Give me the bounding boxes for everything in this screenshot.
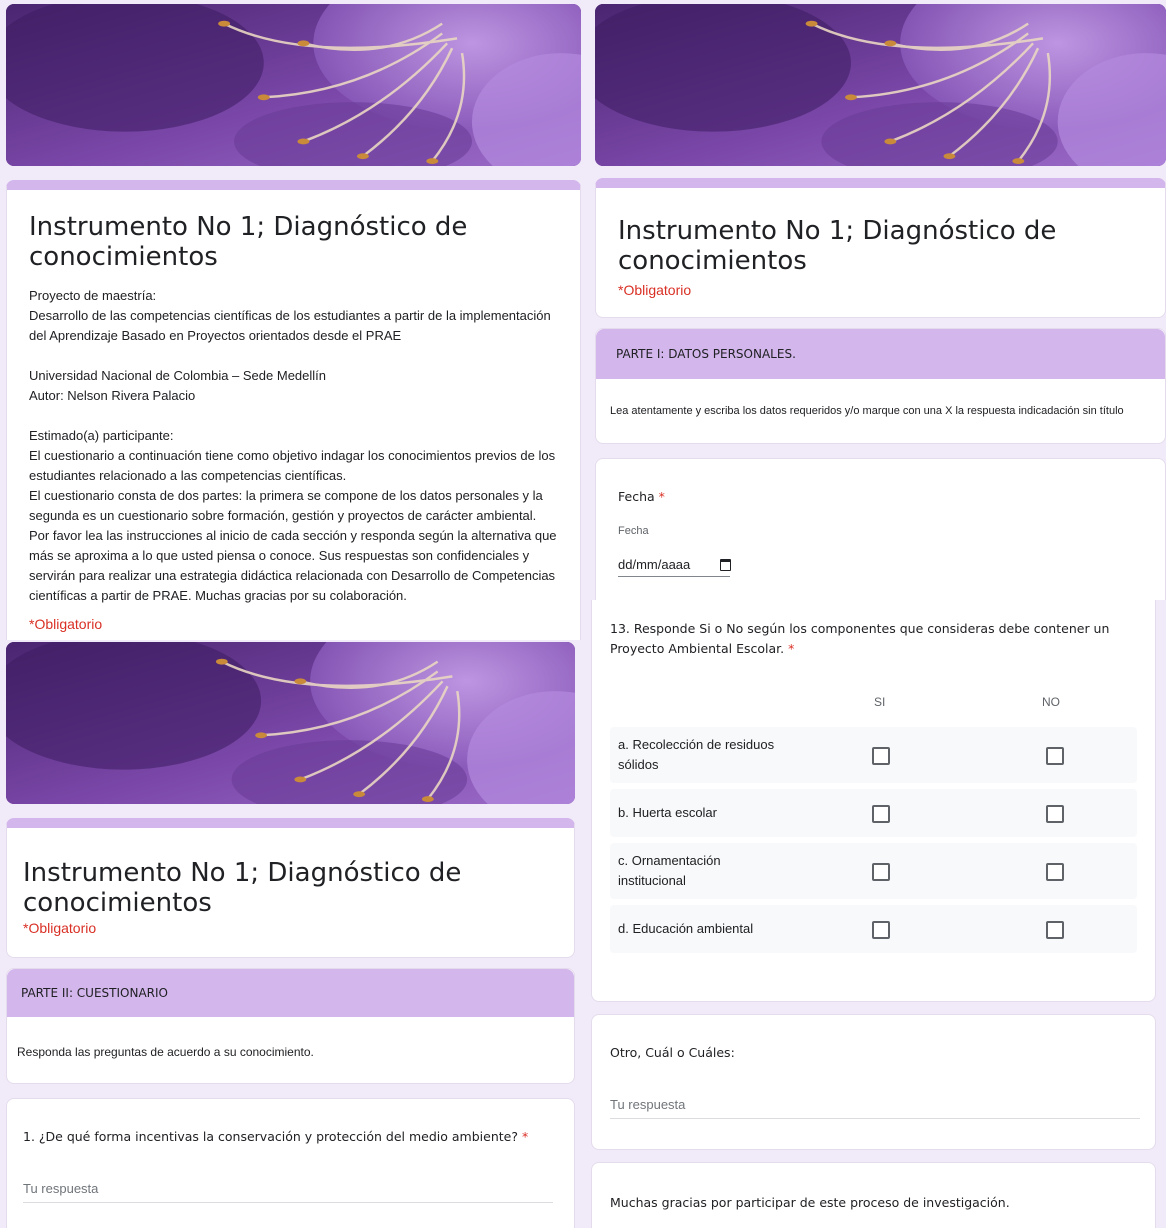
- section-description: Lea atentamente y escriba los datos requ…: [610, 405, 1124, 417]
- required-note: *Obligatorio: [618, 282, 692, 298]
- grid-row-c: c. Ornamentación institucional: [610, 843, 1137, 899]
- form-title: Instrumento No 1; Diagnóstico de conocim…: [29, 212, 468, 272]
- section-title: PARTE I: DATOS PERSONALES.: [596, 329, 1165, 379]
- closing-text: Muchas gracias por participar de este pr…: [610, 1195, 1010, 1210]
- panel-intro: Instrumento No 1; Diagnóstico de conocim…: [0, 0, 585, 640]
- question-text: 13. Responde Si o No según los component…: [610, 621, 1110, 656]
- checkbox-icon[interactable]: [1046, 805, 1064, 823]
- row-label: b. Huerta escolar: [618, 805, 717, 820]
- checkbox-icon[interactable]: [1046, 747, 1064, 765]
- question-label: 13. Responde Si o No según los component…: [610, 619, 1140, 659]
- question-card-other: Otro, Cuál o Cuáles: Tu respuesta: [591, 1014, 1156, 1150]
- checkbox-icon[interactable]: [872, 921, 890, 939]
- date-placeholder: dd/mm/aaaa: [618, 557, 691, 572]
- checkbox-icon[interactable]: [872, 863, 890, 881]
- grid-row-b: b. Huerta escolar: [610, 789, 1137, 837]
- required-asterisk: *: [658, 489, 665, 504]
- panel-q13: 13. Responde Si o No según los component…: [591, 600, 1166, 1228]
- question-label: 1. ¿De qué forma incentivas la conservac…: [23, 1129, 528, 1144]
- question-card-q1: 1. ¿De qué forma incentivas la conservac…: [6, 1098, 575, 1228]
- question-card-q13: 13. Responde Si o No según los component…: [591, 600, 1156, 1002]
- question-label: Fecha *: [618, 489, 665, 504]
- form-header-card: Instrumento No 1; Diagnóstico de conocim…: [6, 818, 575, 958]
- closing-card: Muchas gracias por participar de este pr…: [591, 1162, 1156, 1228]
- checkbox-icon[interactable]: [1046, 921, 1064, 939]
- answer-input[interactable]: Tu respuesta: [610, 1097, 1140, 1119]
- panel-part1: Instrumento No 1; Diagnóstico de conocim…: [591, 0, 1166, 600]
- header-banner-image: [6, 642, 575, 804]
- section-card-part2: PARTE II: CUESTIONARIO Responda las preg…: [6, 968, 575, 1084]
- header-banner-image: [6, 4, 581, 166]
- required-asterisk: *: [521, 1129, 529, 1144]
- section-description: Responda las preguntas de acuerdo a su c…: [17, 1045, 314, 1059]
- form-header-card: Instrumento No 1; Diagnóstico de conocim…: [6, 180, 581, 640]
- section-card-part1: PARTE I: DATOS PERSONALES. Lea atentamen…: [595, 328, 1166, 444]
- required-note: *Obligatorio: [23, 920, 97, 936]
- grid-row-d: d. Educación ambiental: [610, 905, 1137, 953]
- form-title: Instrumento No 1; Diagnóstico de conocim…: [23, 858, 462, 918]
- question-label: Otro, Cuál o Cuáles:: [610, 1045, 735, 1060]
- checkbox-icon[interactable]: [1046, 863, 1064, 881]
- section-title-text: PARTE I: DATOS PERSONALES.: [616, 347, 796, 361]
- checkbox-icon[interactable]: [872, 805, 890, 823]
- form-header-card: Instrumento No 1; Diagnóstico de conocim…: [595, 178, 1166, 318]
- date-input[interactable]: dd/mm/aaaa: [618, 557, 730, 577]
- checkbox-icon[interactable]: [872, 747, 890, 765]
- question-text: 1. ¿De qué forma incentivas la conservac…: [23, 1129, 518, 1144]
- row-label: a. Recolección de residuos sólidos: [618, 737, 775, 772]
- column-header-si: SI: [874, 695, 886, 709]
- row-label: d. Educación ambiental: [618, 921, 754, 936]
- form-description: Proyecto de maestría: Desarrollo de las …: [29, 288, 557, 603]
- row-label: c. Ornamentación institucional: [618, 853, 721, 888]
- required-asterisk: *: [788, 641, 795, 656]
- header-banner-image: [595, 4, 1166, 166]
- date-sublabel: Fecha: [618, 525, 649, 537]
- required-note: *Obligatorio: [29, 616, 103, 632]
- question-text: Fecha: [618, 489, 655, 504]
- panel-part2: Instrumento No 1; Diagnóstico de conocim…: [0, 640, 585, 1228]
- section-title-text: PARTE II: CUESTIONARIO: [21, 986, 168, 1000]
- column-header-no: NO: [1042, 695, 1060, 709]
- form-title: Instrumento No 1; Diagnóstico de conocim…: [618, 216, 1057, 276]
- calendar-icon[interactable]: [720, 559, 731, 571]
- question-card-date: Fecha * Fecha dd/mm/aaaa: [595, 458, 1166, 600]
- answer-input[interactable]: Tu respuesta: [23, 1181, 553, 1203]
- section-title: PARTE II: CUESTIONARIO: [7, 969, 574, 1017]
- grid-row-a: a. Recolección de residuos sólidos: [610, 727, 1137, 783]
